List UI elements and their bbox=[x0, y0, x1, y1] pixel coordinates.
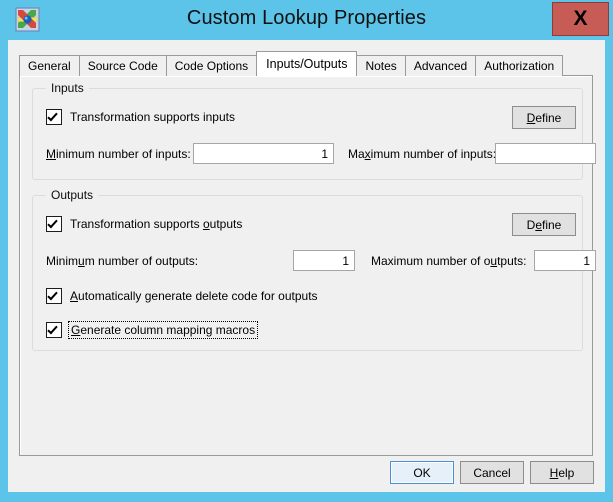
inputs-group-title: Inputs bbox=[46, 81, 89, 95]
inputs-define-label: Define bbox=[526, 110, 562, 125]
transformation-supports-inputs-row[interactable]: Transformation supports inputs bbox=[46, 109, 235, 125]
max-inputs-label: Maximum number of inputs: bbox=[348, 147, 497, 161]
dialog-window: Custom Lookup Properties X General Sourc… bbox=[0, 0, 613, 502]
dialog-body: General Source Code Code Options Inputs/… bbox=[8, 40, 605, 492]
tab-inputs-outputs[interactable]: Inputs/Outputs bbox=[256, 51, 358, 76]
max-outputs-label: Maximum number of outputs: bbox=[371, 254, 527, 268]
generate-column-mapping-macros-row[interactable]: Generate column mapping macros bbox=[46, 321, 259, 339]
tab-code-options[interactable]: Code Options bbox=[165, 55, 258, 76]
close-icon: X bbox=[573, 7, 588, 30]
tab-notes[interactable]: Notes bbox=[356, 55, 406, 76]
cancel-button-label: Cancel bbox=[473, 465, 511, 480]
inputs-groupbox: Inputs Transformation supports inputs De… bbox=[32, 81, 596, 180]
inputs-define-button[interactable]: Define bbox=[512, 106, 576, 129]
transformation-supports-outputs-label: Transformation supports outputs bbox=[70, 217, 243, 231]
close-button[interactable]: X bbox=[552, 2, 609, 36]
min-inputs-input[interactable] bbox=[193, 143, 334, 164]
tab-panel-inputs-outputs: Inputs Transformation supports inputs De… bbox=[19, 75, 596, 456]
ok-button-label: OK bbox=[391, 462, 453, 483]
generate-column-mapping-macros-label: Generate column mapping macros bbox=[67, 321, 259, 339]
outputs-groupbox: Outputs Transformation supports outputs … bbox=[32, 188, 596, 351]
min-inputs-label: Minimum number of inputs: bbox=[46, 147, 191, 161]
tab-source-code[interactable]: Source Code bbox=[78, 55, 167, 76]
title-bar: Custom Lookup Properties X bbox=[0, 0, 613, 40]
max-outputs-input[interactable] bbox=[534, 250, 596, 271]
window-title: Custom Lookup Properties bbox=[186, 7, 427, 29]
outputs-group-title: Outputs bbox=[46, 188, 99, 202]
outputs-define-label: De fine bbox=[526, 217, 562, 232]
max-inputs-input[interactable] bbox=[495, 143, 596, 164]
transformation-supports-outputs-row[interactable]: Transformation supports outputs bbox=[46, 216, 242, 232]
tab-strip: General Source Code Code Options Inputs/… bbox=[19, 51, 564, 76]
outputs-define-button[interactable]: De fine bbox=[512, 213, 576, 236]
generate-column-mapping-macros-checkbox[interactable] bbox=[46, 322, 62, 338]
auto-generate-delete-code-checkbox[interactable] bbox=[46, 288, 62, 304]
tab-panel-inner: Inputs Transformation supports inputs De… bbox=[20, 76, 596, 455]
transformation-supports-inputs-label: Transformation supports inputs bbox=[70, 110, 235, 124]
auto-generate-delete-code-label: Automatically generate delete code for o… bbox=[70, 289, 318, 303]
tab-advanced[interactable]: Advanced bbox=[404, 55, 477, 76]
tab-general[interactable]: General bbox=[19, 55, 80, 76]
transformation-supports-outputs-checkbox[interactable] bbox=[46, 216, 62, 232]
min-outputs-label: Minimum number of outputs: bbox=[46, 254, 199, 268]
ok-button[interactable]: OK bbox=[390, 461, 454, 484]
help-button-label: Help bbox=[549, 465, 575, 480]
cancel-button[interactable]: Cancel bbox=[460, 461, 524, 484]
tab-authorization[interactable]: Authorization bbox=[475, 55, 564, 76]
min-outputs-input[interactable] bbox=[293, 250, 355, 271]
help-button[interactable]: Help bbox=[530, 461, 594, 484]
transformation-supports-inputs-checkbox[interactable] bbox=[46, 109, 62, 125]
auto-generate-delete-code-row[interactable]: Automatically generate delete code for o… bbox=[46, 288, 318, 304]
